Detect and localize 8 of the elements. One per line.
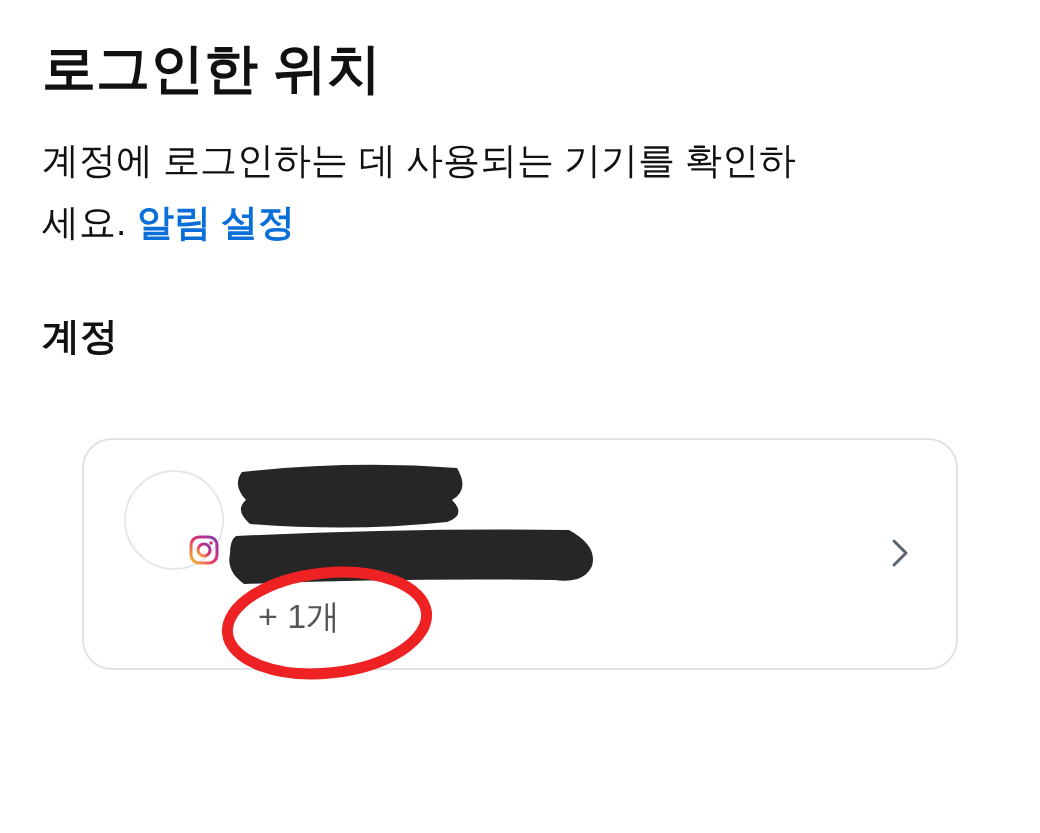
section-heading: 계정 [42, 314, 119, 359]
account-count-text: + 1개 [258, 596, 341, 637]
page-title: 로그인한 위치 [42, 37, 382, 100]
description: 계정에 로그인하는 데 사용되는 기기를 확인하세요. 알림 설정 [42, 139, 798, 245]
notification-settings-link[interactable]: 알림 설정 [136, 202, 295, 243]
chevron-right-icon [890, 538, 910, 568]
account-card[interactable]: + 1개 [82, 438, 958, 670]
camera-app-icon [188, 534, 220, 566]
